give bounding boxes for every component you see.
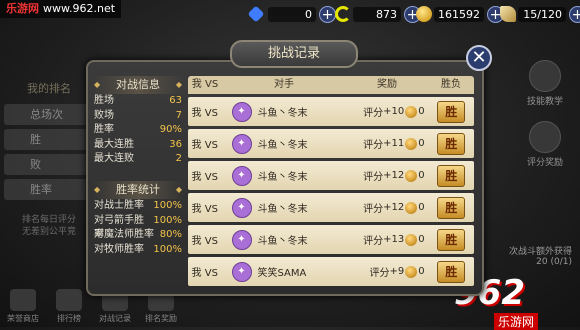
win-rate-heading: 胜率统计 xyxy=(92,180,184,199)
reward-cell: 评分 +10 0 xyxy=(363,105,425,119)
table-row: 我 VS ✦ 笑笑SAMA 评分 +9 0 胜 xyxy=(188,257,474,286)
watermark-url: www.962.net xyxy=(43,2,116,15)
modal-title: 挑战记录 xyxy=(230,40,358,68)
ranking-row: 胜率 xyxy=(4,179,94,200)
opponent-avatar-icon[interactable]: ✦ xyxy=(231,165,252,186)
opponent-avatar-icon[interactable]: ✦ xyxy=(231,101,252,122)
stamina-icon xyxy=(500,6,516,22)
battle-info-heading: 对战信息 xyxy=(92,76,184,94)
reward-cell: 评分 +12 0 xyxy=(363,169,425,183)
opponent-avatar-icon[interactable]: ✦ xyxy=(231,197,252,218)
ranking-row: 总场次 xyxy=(4,104,94,125)
table-row: 我 VS ✦ 斗鱼丶冬末 评分 +10 0 胜 xyxy=(188,97,474,126)
gold-coin-icon xyxy=(416,6,432,22)
stat-row: 胜场 63 xyxy=(94,95,182,106)
watermark-site: 乐游网 xyxy=(6,2,39,15)
extra-reward-info: 次战斗额外获得 20 (0/1) xyxy=(508,247,572,267)
stat-row: 败场 7 xyxy=(94,109,182,121)
opponent-name: 斗鱼丶冬末 xyxy=(257,140,308,151)
win-rate-row: 对战士胜率 100% xyxy=(94,199,182,211)
header-reward: 奖励 xyxy=(377,79,397,90)
opponent-name: 笑笑SAMA xyxy=(257,268,307,279)
skill-icon xyxy=(529,60,561,92)
header-opponent: 对手 xyxy=(274,79,294,90)
gold-value: 161592 xyxy=(434,6,484,22)
coin-icon xyxy=(405,105,418,118)
coin-icon xyxy=(405,233,418,246)
resource-gems: 0 + xyxy=(247,4,336,24)
reward-cell: 评分 +12 0 xyxy=(363,201,425,215)
opponent-name: 斗鱼丶冬末 xyxy=(257,236,308,247)
stat-row: 胜率 90% xyxy=(94,124,182,136)
win-badge[interactable]: 胜 xyxy=(437,164,466,187)
win-badge[interactable]: 胜 xyxy=(437,260,466,283)
opponent-avatar-icon[interactable]: ✦ xyxy=(231,229,252,250)
stamina-value: 15/120 xyxy=(518,6,566,22)
stat-row: 最大连胜 36 xyxy=(94,138,182,150)
nav-honor-shop[interactable]: 荣誉商店 xyxy=(0,287,46,327)
resource-bar: 0 + 873 + 161592 + 15/120 + xyxy=(247,4,580,24)
header-result: 胜负 xyxy=(441,79,461,90)
table-row: 我 VS ✦ 斗鱼丶冬末 评分 +12 0 胜 xyxy=(188,193,474,222)
crescent-icon xyxy=(335,6,351,22)
win-rate-row: 对牧师胜率 100% xyxy=(94,243,182,255)
table-row: 我 VS ✦ 斗鱼丶冬末 评分 +12 0 胜 xyxy=(188,161,474,190)
opponent-name: 斗鱼丶冬末 xyxy=(257,204,308,215)
trophy-icon xyxy=(56,289,82,311)
opponent-name: 斗鱼丶冬末 xyxy=(257,172,308,183)
close-button[interactable]: ✕ xyxy=(466,45,492,71)
resource-gold: 161592 + xyxy=(416,4,504,24)
header-me-vs: 我 VS xyxy=(191,79,219,90)
skill-tutorial-button[interactable]: 技能教学 xyxy=(510,60,580,107)
ranking-row: 胜 xyxy=(4,129,94,150)
ranking-panel: 我的排名 总场次 胜 败 胜率 排名每日评分 无差别公平竞 xyxy=(4,58,94,258)
opponent-avatar-icon[interactable]: ✦ xyxy=(231,133,252,154)
table-header: 我 VS 对手 奖励 胜负 xyxy=(188,76,474,94)
record-table: 我 VS 对手 奖励 胜负 我 VS ✦ 斗鱼丶冬末 评分 +10 0 胜 我 VS … xyxy=(188,76,474,286)
shop-icon xyxy=(10,289,36,311)
table-row: 我 VS ✦ 斗鱼丶冬末 评分 +13 0 胜 xyxy=(188,225,474,254)
win-badge[interactable]: 胜 xyxy=(437,228,466,251)
table-row: 我 VS ✦ 斗鱼丶冬末 评分 +11 0 胜 xyxy=(188,129,474,158)
crescent-value: 873 xyxy=(353,6,401,22)
win-rate-row: 对弓箭手胜率 100% xyxy=(94,214,182,241)
score-reward-button[interactable]: 评分奖励 xyxy=(510,121,580,168)
stat-row: 最大连败 2 xyxy=(94,153,182,165)
right-side-menu: 技能教学 评分奖励 xyxy=(510,58,580,168)
stats-panel: 对战信息 胜场63 败场7 胜率90% 最大连胜36 最大连败2 胜率统计 对战… xyxy=(92,76,184,257)
reward-cell: 评分 +11 0 xyxy=(363,137,425,151)
reward-cell: 评分 +9 0 xyxy=(369,265,425,279)
ranking-note: 排名每日评分 无差别公平竞 xyxy=(21,215,76,237)
win-rate-row: 对魔法师胜率 80% xyxy=(94,229,182,241)
win-badge[interactable]: 胜 xyxy=(437,132,466,155)
coin-icon xyxy=(405,201,418,214)
coin-icon xyxy=(405,137,418,150)
opponent-avatar-icon[interactable]: ✦ xyxy=(231,261,252,282)
win-badge[interactable]: 胜 xyxy=(437,196,466,219)
opponent-name: 斗鱼丶冬末 xyxy=(257,108,308,119)
reward-cell: 评分 +13 0 xyxy=(363,233,425,247)
gem-icon xyxy=(247,5,265,23)
coin-icon xyxy=(405,265,418,278)
coin-icon xyxy=(405,169,418,182)
medal-icon xyxy=(529,121,561,153)
ranking-row: 败 xyxy=(4,154,94,175)
win-badge[interactable]: 胜 xyxy=(437,100,466,123)
add-stamina-button[interactable]: + xyxy=(569,5,580,23)
nav-leaderboard[interactable]: 排行榜 xyxy=(46,287,92,327)
gems-value: 0 xyxy=(268,6,316,22)
add-gems-button[interactable]: + xyxy=(319,5,336,23)
resource-stamina: 15/120 + xyxy=(500,4,580,24)
watermark: 乐游网 www.962.net xyxy=(0,0,122,18)
logo-sub: 乐游网 xyxy=(494,313,539,330)
resource-crescent: 873 + xyxy=(335,4,421,24)
ranking-title: 我的排名 xyxy=(27,82,71,95)
